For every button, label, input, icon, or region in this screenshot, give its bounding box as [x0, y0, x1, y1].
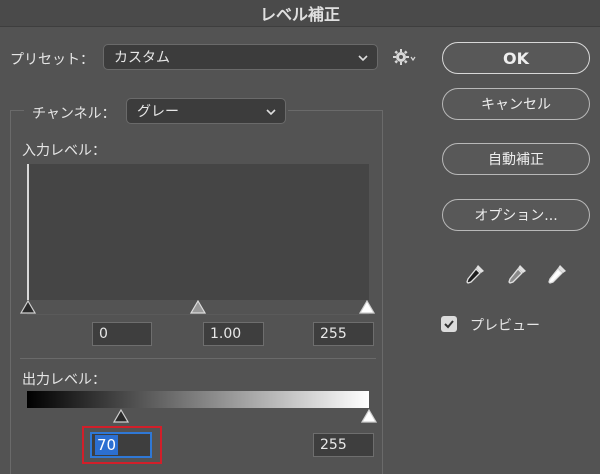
input-shadow-field[interactable] — [92, 322, 152, 346]
output-gradient-bar — [27, 391, 369, 408]
histogram — [27, 164, 369, 300]
preset-value: カスタム — [114, 50, 170, 66]
gear-icon[interactable] — [392, 48, 416, 66]
output-shadow-value: 70 — [95, 435, 119, 455]
ok-button[interactable]: OK — [442, 42, 590, 74]
options-button[interactable]: オプション... — [442, 199, 590, 231]
gray-point-eyedropper-icon[interactable] — [505, 262, 529, 286]
input-midtone-field[interactable] — [203, 322, 264, 346]
preset-label: プリセット： — [10, 52, 94, 68]
input-slider-track[interactable] — [27, 314, 369, 315]
output-shadow-field[interactable]: 70 — [90, 432, 152, 458]
checkmark-icon — [444, 320, 454, 329]
input-midtone-slider-thumb[interactable] — [190, 300, 206, 314]
output-highlight-slider-thumb[interactable] — [361, 409, 377, 423]
chevron-down-icon — [266, 109, 276, 116]
output-highlight-field[interactable] — [313, 433, 374, 457]
white-point-eyedropper-icon[interactable] — [545, 262, 569, 286]
section-divider — [20, 358, 376, 359]
channel-dropdown[interactable]: グレー — [126, 98, 286, 124]
cancel-button[interactable]: キャンセル — [442, 88, 590, 120]
histogram-bar — [27, 164, 29, 300]
input-levels-label: 入力レベル： — [22, 143, 106, 159]
dialog-title-bar: レベル補正 — [0, 0, 600, 27]
channel-value: グレー — [137, 104, 179, 120]
output-levels-label: 出力レベル： — [22, 372, 106, 388]
input-highlight-field[interactable] — [313, 322, 374, 346]
channel-label: チャンネル： — [32, 106, 116, 122]
auto-button[interactable]: 自動補正 — [442, 143, 590, 175]
chevron-down-icon — [358, 55, 368, 62]
dialog-title: レベル補正 — [259, 5, 340, 24]
output-shadow-slider-thumb[interactable] — [113, 409, 130, 423]
preset-dropdown[interactable]: カスタム — [103, 44, 378, 70]
input-shadow-slider-thumb[interactable] — [20, 300, 36, 314]
preview-checkbox[interactable] — [441, 316, 457, 332]
input-highlight-slider-thumb[interactable] — [359, 300, 375, 314]
black-point-eyedropper-icon[interactable] — [463, 262, 487, 286]
preview-label: プレビュー — [470, 318, 540, 334]
